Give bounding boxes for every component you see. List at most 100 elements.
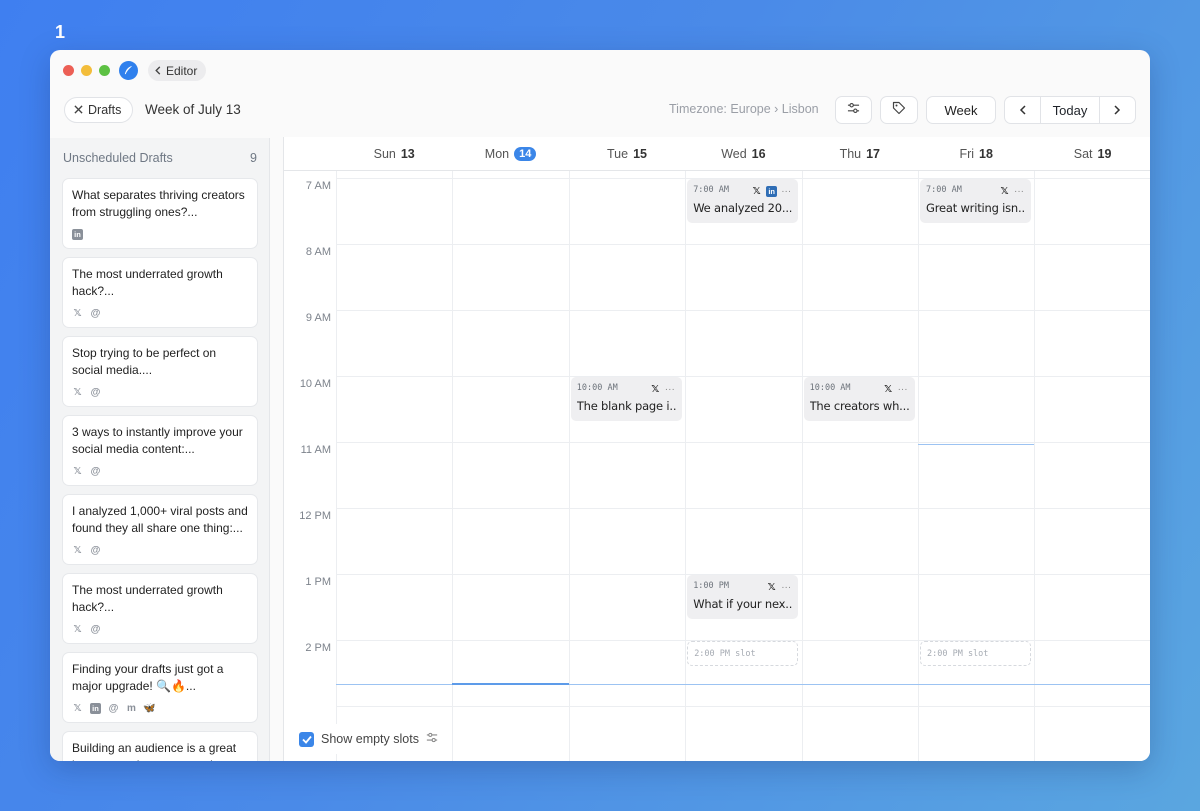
close-icon xyxy=(74,103,83,117)
day-number: 15 xyxy=(633,146,647,161)
view-selector[interactable]: Week xyxy=(926,96,996,124)
time-marker xyxy=(918,444,1035,445)
x-icon: 𝕏 xyxy=(752,185,761,197)
draft-text: What separates thriving creators from st… xyxy=(72,188,245,219)
day-name: Thu xyxy=(839,146,862,161)
today-time-marker xyxy=(452,683,569,685)
minimize-window-button[interactable] xyxy=(81,65,92,76)
draft-text: 3 ways to instantly improve your social … xyxy=(72,425,243,456)
draft-card[interactable]: The most underrated growth hack?... 𝕏 @ xyxy=(62,257,258,328)
empty-slot[interactable]: 2:00 PM slot xyxy=(687,641,799,666)
x-icon: 𝕏 xyxy=(73,623,82,635)
hour-label: 11 AM xyxy=(300,444,331,456)
day-number: 14 xyxy=(514,146,537,161)
hour-gridline xyxy=(336,442,1150,443)
timezone-selector[interactable]: Timezone: Europe › Lisbon xyxy=(669,102,819,116)
post-platforms: 𝕏 ··· xyxy=(766,581,792,593)
day-name: Sun xyxy=(373,146,396,161)
draft-card[interactable]: Finding your drafts just got a major upg… xyxy=(62,652,258,723)
hour-gridline xyxy=(336,244,1150,245)
day-number: 17 xyxy=(866,146,881,161)
draft-card[interactable]: Stop trying to be perfect on social medi… xyxy=(62,336,258,407)
scheduled-post[interactable]: 1:00 PM 𝕏 ··· What if your nex... xyxy=(687,575,799,619)
draft-text: Building an audience is a great investme… xyxy=(72,741,237,761)
scheduled-post[interactable]: 7:00 AM 𝕏in ··· We analyzed 20... xyxy=(687,179,799,223)
draft-card[interactable]: The most underrated growth hack?... 𝕏 @ xyxy=(62,573,258,644)
x-icon: 𝕏 xyxy=(1000,185,1009,197)
x-icon: 𝕏 xyxy=(73,307,82,319)
x-icon: 𝕏 xyxy=(767,581,776,593)
day-column-divider xyxy=(1034,171,1036,761)
day-header-fri: Fri 18 xyxy=(918,137,1035,171)
close-drafts-button[interactable]: Drafts xyxy=(64,97,134,123)
back-to-editor-button[interactable]: Editor xyxy=(148,60,207,81)
tags-button[interactable] xyxy=(880,96,918,124)
hour-gridline xyxy=(336,310,1150,311)
day-number: 16 xyxy=(751,146,766,161)
draft-card[interactable]: 3 ways to instantly improve your social … xyxy=(62,415,258,486)
day-header-sun: Sun 13 xyxy=(336,137,453,171)
checkbox[interactable] xyxy=(299,731,314,747)
platform-icons: 𝕏 @ xyxy=(72,545,101,556)
hour-gridline xyxy=(336,706,1150,707)
draft-card[interactable]: Building an audience is a great investme… xyxy=(62,731,258,761)
day-header-wed: Wed 16 xyxy=(685,137,802,171)
previous-week-button[interactable] xyxy=(1005,97,1040,123)
page-title: Week of July 13 xyxy=(145,102,241,117)
sliders-icon[interactable] xyxy=(426,732,438,746)
platform-icons: 𝕏 @ xyxy=(72,624,101,635)
draft-text: Finding your drafts just got a major upg… xyxy=(72,662,224,693)
day-column-divider xyxy=(801,171,803,761)
x-icon: 𝕏 xyxy=(73,465,82,477)
day-name: Tue xyxy=(607,146,629,161)
more-options-icon[interactable]: ··· xyxy=(781,582,791,593)
day-name: Fri xyxy=(959,146,975,161)
hour-label: 1 PM xyxy=(305,576,331,588)
day-column-divider xyxy=(336,171,337,761)
more-options-icon[interactable]: ··· xyxy=(781,186,791,197)
scheduled-post[interactable]: 10:00 AM 𝕏 ··· The creators wh... xyxy=(803,377,915,421)
draft-card[interactable]: What separates thriving creators from st… xyxy=(62,178,258,249)
post-platforms: 𝕏 ··· xyxy=(650,384,675,395)
post-text: The creators wh... xyxy=(809,399,909,413)
tag-icon xyxy=(892,101,906,120)
day-header-thu: Thu 17 xyxy=(801,137,918,171)
post-platforms: 𝕏 ··· xyxy=(999,186,1024,197)
hour-gridline xyxy=(336,376,1150,377)
hour-label: 7 AM xyxy=(305,180,331,192)
threads-icon: @ xyxy=(90,307,101,319)
next-week-button[interactable] xyxy=(1100,97,1135,123)
x-icon: 𝕏 xyxy=(884,383,893,395)
linkedin-icon: in xyxy=(72,229,83,240)
hour-label: 9 AM xyxy=(305,312,331,324)
close-window-button[interactable] xyxy=(63,65,74,76)
more-options-icon[interactable]: ··· xyxy=(898,384,908,395)
chevron-left-icon xyxy=(154,64,162,78)
threads-icon: @ xyxy=(90,623,101,635)
day-header-sat: Sat 19 xyxy=(1034,137,1150,171)
hour-label: 8 AM xyxy=(305,246,331,258)
sidebar-header: Unscheduled Drafts 9 xyxy=(63,151,257,165)
draft-card[interactable]: I analyzed 1,000+ viral posts and found … xyxy=(62,494,258,565)
show-empty-slots-toggle[interactable]: Show empty slots xyxy=(290,724,447,754)
empty-slot[interactable]: 2:00 PM slot xyxy=(920,641,1031,666)
linkedin-icon: in xyxy=(90,703,101,714)
platform-icons: 𝕏 @ xyxy=(72,387,101,398)
scheduled-post[interactable]: 7:00 AM 𝕏 ··· Great writing isn... xyxy=(920,179,1031,223)
day-column-divider xyxy=(568,171,570,761)
scheduled-post[interactable]: 10:00 AM 𝕏 ··· The blank page i... xyxy=(570,377,682,421)
more-options-icon[interactable]: ··· xyxy=(665,384,675,395)
platform-icons: 𝕏 @ xyxy=(72,466,101,477)
sidebar-title: Unscheduled Drafts xyxy=(63,151,173,165)
day-name: Sat xyxy=(1073,146,1093,161)
today-button[interactable]: Today xyxy=(1040,97,1100,123)
filter-button[interactable] xyxy=(835,96,872,124)
hour-label: 10 AM xyxy=(299,378,331,390)
platform-icons: in xyxy=(72,229,83,240)
maximize-window-button[interactable] xyxy=(99,65,110,76)
day-number: 19 xyxy=(1097,146,1112,161)
more-options-icon[interactable]: ··· xyxy=(1014,186,1024,197)
threads-icon: @ xyxy=(90,465,101,477)
sliders-icon xyxy=(847,101,860,119)
platform-icons: 𝕏in @ m 🦋 xyxy=(72,703,156,714)
